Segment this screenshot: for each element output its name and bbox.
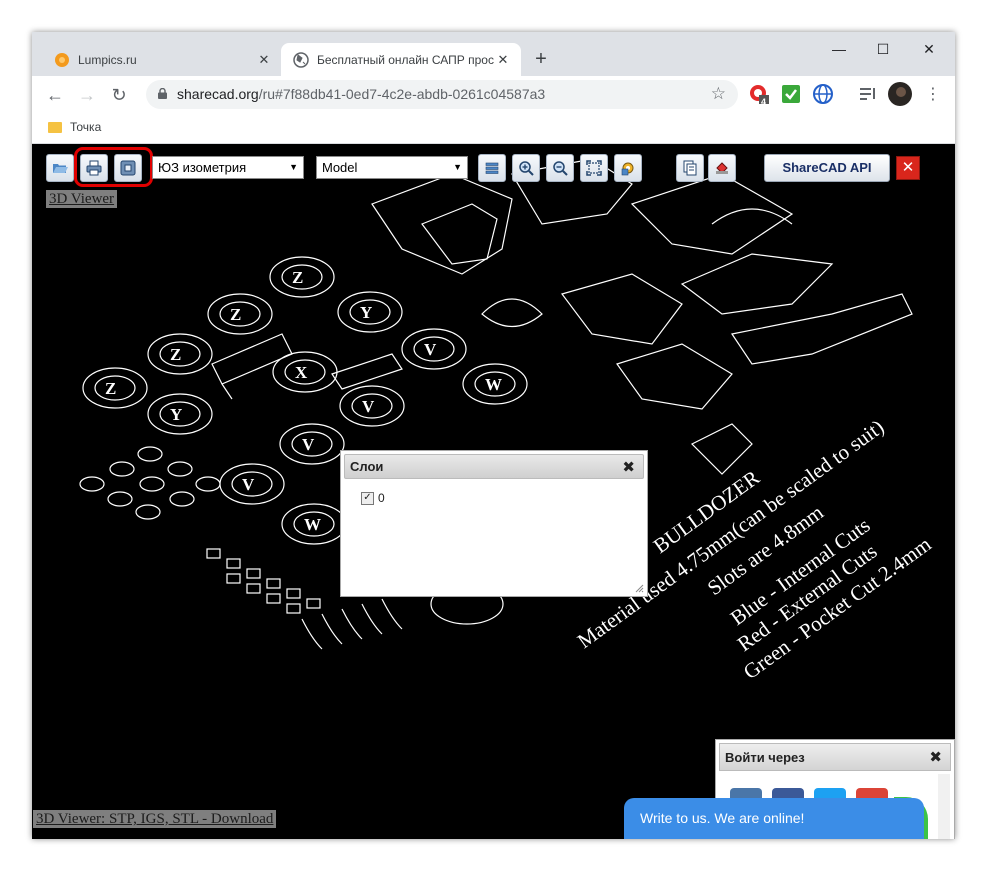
view-select-value: ЮЗ изометрия bbox=[158, 160, 247, 175]
chat-text: Write to us. We are online! bbox=[640, 810, 805, 826]
bookmark-label: Точка bbox=[70, 120, 102, 134]
sharecad-api-button[interactable]: ShareCAD API bbox=[764, 154, 890, 182]
layer-name: 0 bbox=[378, 491, 385, 505]
media-queue-icon[interactable] bbox=[858, 84, 878, 104]
tab-title: Lumpics.ru bbox=[78, 52, 137, 67]
tab-title: Бесплатный онлайн САПР прос bbox=[317, 52, 494, 67]
chat-widget[interactable]: Write to us. We are online! bbox=[624, 798, 924, 839]
login-widget-header: Войти через ✖ bbox=[719, 743, 951, 771]
zoom-out-button[interactable] bbox=[546, 154, 574, 182]
close-icon[interactable]: ✖ bbox=[929, 748, 942, 766]
cad-letter: W bbox=[304, 515, 321, 534]
minimize-button[interactable]: — bbox=[817, 36, 861, 64]
browser-window: Lumpics.ru ✕ Бесплатный онлайн САПР прос… bbox=[32, 32, 955, 839]
copy-button[interactable] bbox=[676, 154, 704, 182]
tab-close-icon[interactable]: ✕ bbox=[256, 52, 272, 68]
menu-kebab-icon[interactable]: ⋮ bbox=[920, 82, 946, 108]
login-widget-title: Войти через bbox=[725, 750, 805, 765]
cad-letter: V bbox=[242, 475, 255, 494]
url-host: sharecad.org bbox=[177, 86, 259, 102]
extension-globe-icon[interactable] bbox=[813, 84, 833, 104]
zoom-in-button[interactable] bbox=[512, 154, 540, 182]
tab-sharecad[interactable]: Бесплатный онлайн САПР прос ✕ bbox=[281, 43, 521, 76]
cad-letter: V bbox=[302, 435, 315, 454]
open-file-button[interactable] bbox=[46, 154, 74, 182]
maximize-button[interactable]: ☐ bbox=[861, 36, 905, 64]
layout-select-value: Model bbox=[322, 160, 358, 175]
layers-dialog: Слои ✖ ✓ 0 bbox=[340, 450, 648, 597]
view-frame-button[interactable] bbox=[114, 154, 142, 182]
back-button[interactable]: ← bbox=[42, 82, 68, 108]
bookmark-star-icon[interactable]: ☆ bbox=[711, 84, 726, 104]
resize-grip-icon[interactable] bbox=[634, 583, 644, 593]
printer-icon bbox=[86, 160, 102, 176]
bookmarks-bar: Точка bbox=[32, 113, 955, 144]
extension-check-icon[interactable] bbox=[781, 84, 801, 104]
lock-icon bbox=[158, 88, 167, 99]
lumpics-favicon-icon bbox=[55, 52, 69, 67]
address-bar[interactable]: sharecad.org/ru#7f88db41-0ed7-4c2e-abdb-… bbox=[146, 80, 738, 109]
url-text: sharecad.org/ru#7f88db41-0ed7-4c2e-abdb-… bbox=[177, 86, 545, 102]
cad-letter: Z bbox=[105, 379, 116, 398]
copy-icon bbox=[683, 160, 697, 176]
url-path: /ru#7f88db41-0ed7-4c2e-abdb-0261c04587a3 bbox=[258, 86, 546, 102]
close-window-button[interactable]: ✕ bbox=[907, 36, 951, 64]
gear-icon bbox=[621, 162, 634, 176]
new-tab-button[interactable]: + bbox=[529, 48, 553, 72]
view-select[interactable]: ЮЗ изометрия ▼ bbox=[152, 156, 304, 179]
3d-viewer-link[interactable]: 3D Viewer bbox=[46, 190, 118, 208]
settings-button[interactable] bbox=[614, 154, 642, 182]
zoom-out-icon bbox=[553, 161, 568, 176]
frame-icon bbox=[120, 160, 136, 176]
cad-letter: Z bbox=[170, 345, 181, 364]
scrollbar[interactable] bbox=[938, 774, 950, 839]
tab-close-icon[interactable]: ✕ bbox=[495, 52, 511, 68]
folder-icon bbox=[48, 121, 62, 133]
layout-select[interactable]: Model ▼ bbox=[316, 156, 468, 179]
cad-letter: Z bbox=[292, 268, 303, 287]
layers-dialog-title: Слои bbox=[350, 459, 384, 474]
render-button[interactable] bbox=[708, 154, 736, 182]
close-icon[interactable]: ✖ bbox=[622, 458, 635, 476]
layer-checkbox[interactable]: ✓ bbox=[361, 491, 374, 505]
cad-upper-parts bbox=[211, 158, 913, 475]
cad-letter: Z bbox=[230, 305, 241, 324]
cad-letter: V bbox=[362, 397, 375, 416]
forward-button[interactable]: → bbox=[74, 82, 100, 108]
cad-viewport[interactable]: Z Y Z Z Z Y V W X V V V W BULLDOZER Mate… bbox=[32, 144, 955, 839]
browser-toolbar: ← → ↻ sharecad.org/ru#7f88db41-0ed7-4c2e… bbox=[32, 76, 955, 113]
layers-button[interactable] bbox=[478, 154, 506, 182]
bookmark-tochka[interactable]: Точка bbox=[48, 120, 101, 134]
print-button[interactable] bbox=[80, 154, 108, 182]
3d-viewer-download-link[interactable]: 3D Viewer: STP, IGS, STL - Download bbox=[33, 810, 277, 828]
render-icon bbox=[716, 162, 728, 174]
extension-badge: 4 bbox=[761, 97, 767, 107]
folder-open-icon bbox=[53, 164, 68, 173]
cad-letter: X bbox=[295, 363, 308, 382]
layer-row: ✓ 0 bbox=[361, 491, 385, 505]
fit-view-button[interactable] bbox=[580, 154, 608, 182]
chevron-down-icon: ▼ bbox=[453, 162, 462, 172]
tab-lumpics[interactable]: Lumpics.ru ✕ bbox=[42, 43, 282, 76]
layers-icon bbox=[485, 162, 499, 174]
tab-strip: Lumpics.ru ✕ Бесплатный онлайн САПР прос… bbox=[32, 32, 955, 76]
cad-letter: Y bbox=[170, 405, 182, 424]
chevron-down-icon: ▼ bbox=[289, 162, 298, 172]
fit-view-icon bbox=[586, 160, 602, 176]
close-viewer-button[interactable]: ✕ bbox=[896, 156, 920, 180]
profile-avatar[interactable] bbox=[888, 82, 912, 106]
cad-letter: Y bbox=[360, 303, 372, 322]
reload-button[interactable]: ↻ bbox=[106, 82, 132, 108]
cad-letter: V bbox=[424, 340, 437, 359]
cad-letter: W bbox=[485, 375, 502, 394]
zoom-in-icon bbox=[519, 161, 534, 176]
globe-icon bbox=[293, 51, 309, 68]
layers-dialog-header[interactable]: Слои ✖ bbox=[344, 454, 644, 479]
